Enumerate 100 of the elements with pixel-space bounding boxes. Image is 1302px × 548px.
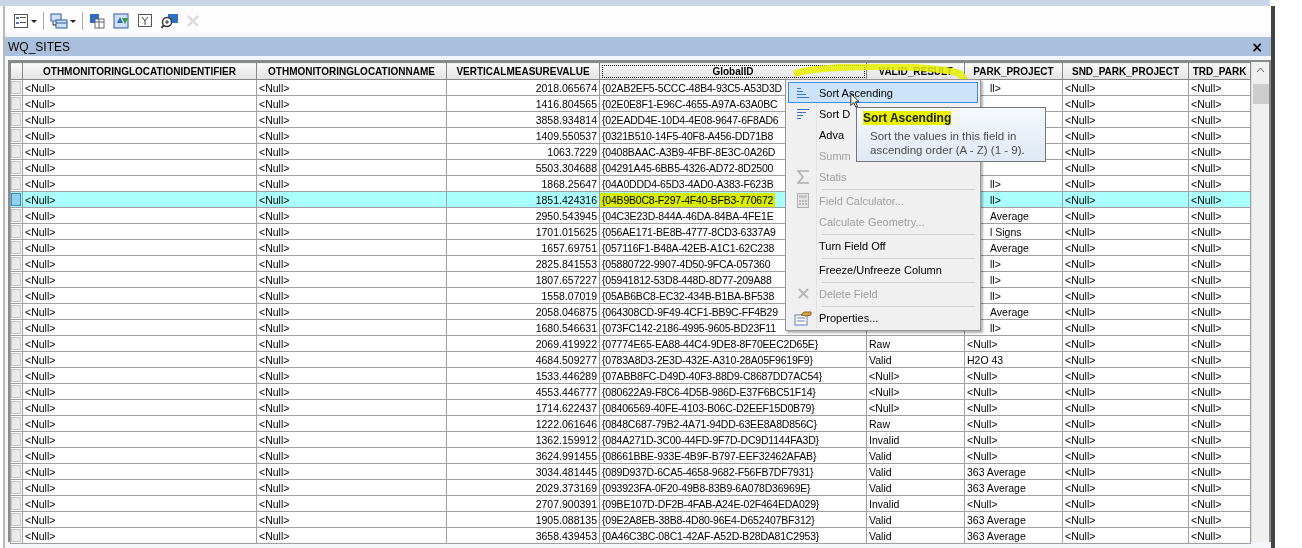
table-cell-text: {0408BAAC-A3B9-4FBF-8E3C-0A26D [601,144,777,159]
row-selector[interactable] [11,289,21,302]
row-selector[interactable] [11,449,21,462]
table-cell-text: <Null> [258,128,291,143]
table-cell-text: <Null> [24,272,57,287]
row-selector[interactable] [11,145,21,158]
table-cell-text: <Null> [1064,96,1097,111]
toolbar-button[interactable] [87,11,107,31]
table-cell-text: Valid [868,528,893,543]
switch-icon [113,13,129,29]
table-cell-text: Average [990,304,1030,319]
table-cell-text: {093923FA-0F20-49B8-83B9-6A078D36969E} [601,480,812,495]
column-header[interactable]: PARK_PROJECT [964,62,1063,80]
column-header[interactable]: SND_PARK_PROJECT [1062,62,1189,80]
row-selector[interactable] [11,481,21,494]
table-cell-text: <Null> [24,480,57,495]
table-cell-text: <Null> [258,80,291,95]
table-cell-text: <Null> [24,240,57,255]
row-selector[interactable] [11,257,21,270]
table-cell-text: <Null> [258,240,291,255]
menu-item[interactable]: Sort Ascending [788,82,978,103]
row-selector[interactable] [11,385,21,398]
table-cell-text: <Null> [24,496,57,511]
row-selector[interactable] [11,113,21,126]
column-header[interactable]: OTHMONITORINGLOCATIONNAME [256,62,447,80]
table-cell-text: <Null> [258,416,291,431]
table-cell-text: {0848C687-79B2-4A71-94DD-63EE8A8D856C} [601,416,818,431]
row-selector[interactable] [11,241,21,254]
scroll-up-icon[interactable] [1257,68,1264,72]
row-selector[interactable] [11,129,21,142]
table-cell-text: <Null> [1190,144,1223,159]
row-selector[interactable] [11,97,21,110]
table-cell-text: {02AB2EF5-5CCC-48B4-93C5-A53D3D [601,80,783,95]
table-cell-text: <Null> [1190,176,1223,191]
row-selector[interactable] [11,161,21,174]
row-selector[interactable] [11,321,21,334]
table-cell-text: <Null> [1064,224,1097,239]
row-selector[interactable] [11,353,21,366]
table-cell-text: <Null> [1190,128,1223,143]
table-cell-text: Invalid [868,432,901,447]
table-cell-text: <Null> [1190,208,1223,223]
table-cell-text: <Null> [1190,368,1223,383]
table-cell-text: 1558.07019 [540,288,598,303]
scroll-thumb[interactable] [1253,84,1269,104]
table-cell-text: <Null> [1064,416,1097,431]
table-cell-text: <Null> [1190,272,1223,287]
table-cell-text: <Null> [24,160,57,175]
table-cell-text: <Null> [258,352,291,367]
table-cell-text: <Null> [258,480,291,495]
table-cell-text: <Null> [1064,176,1097,191]
column-header[interactable]: VERTICALMEASUREVALUE [446,62,600,80]
table-cell-text: <Null> [24,192,57,207]
row-selector[interactable] [11,81,21,94]
table-cell-text: <Null> [24,416,57,431]
table-cell-text: <Null> [258,384,291,399]
table-cell-text: <Null> [24,384,57,399]
table-cell-text: <Null> [1064,320,1097,335]
row-selector[interactable] [11,513,21,526]
table-cell-text: <Null> [1190,224,1223,239]
row-selector[interactable] [11,305,21,318]
row-selector[interactable] [11,401,21,414]
table-cell-text: {02E0E8F1-E96C-4655-A97A-63A0BC [601,96,779,111]
row-selector[interactable] [11,337,21,350]
row-selector[interactable] [11,465,21,478]
table-cell-text: {089D937D-6CA5-4658-9682-F56FB7DF7931} [601,464,815,479]
close-button[interactable]: × [1249,39,1265,54]
row-selector[interactable] [11,497,21,510]
row-selector[interactable] [11,529,21,542]
table-cell-text: <Null> [24,512,57,527]
table-cell-text: <Null> [1190,96,1223,111]
table-cell-text: <Null> [966,448,999,463]
table-cell-text: <Null> [1190,400,1223,415]
table-cell-text: <Null> [966,496,999,511]
table-cell-text: {04291A45-6BB5-4326-AD72-8D2500 [601,160,775,175]
zoom-icon [161,13,179,29]
row-selector[interactable] [11,369,21,382]
table-cell-text: {08661BBE-933E-4B9F-B797-EEF32462AFAB} [601,448,818,463]
row-selector[interactable] [11,177,21,190]
table-cell-text: <Null> [1190,528,1223,543]
table-cell-text: <Null> [966,400,999,415]
table-cell-text: <Null> [24,336,57,351]
table-cell-text: <Null> [1190,304,1223,319]
table-cell-text: <Null> [1064,336,1097,351]
table-cell-text: H2O 43 [966,352,1005,367]
row-selector[interactable] [11,417,21,430]
table-cell-text: <Null> [24,80,57,95]
row-selector[interactable] [11,273,21,286]
row-selector[interactable] [11,193,21,206]
vertical-scrollbar[interactable] [1251,62,1269,542]
table-cell-text: <Null> [1190,432,1223,447]
toolbar-button[interactable] [159,11,181,31]
table-cell-text: <Null> [1064,288,1097,303]
column-header[interactable]: OTHMONITORINGLOCATIONIDENTIFIER [22,62,257,80]
row-selector[interactable] [11,225,21,238]
column-header[interactable]: TRD_PARK [1188,62,1251,80]
row-selector[interactable] [11,209,21,222]
row-selector[interactable] [11,433,21,446]
toolbar-button[interactable] [11,11,39,31]
table-cell-text: <Null> [1064,464,1097,479]
table-cell-text: {04C3E23D-844A-46DA-84BA-4FE1E [601,208,775,223]
